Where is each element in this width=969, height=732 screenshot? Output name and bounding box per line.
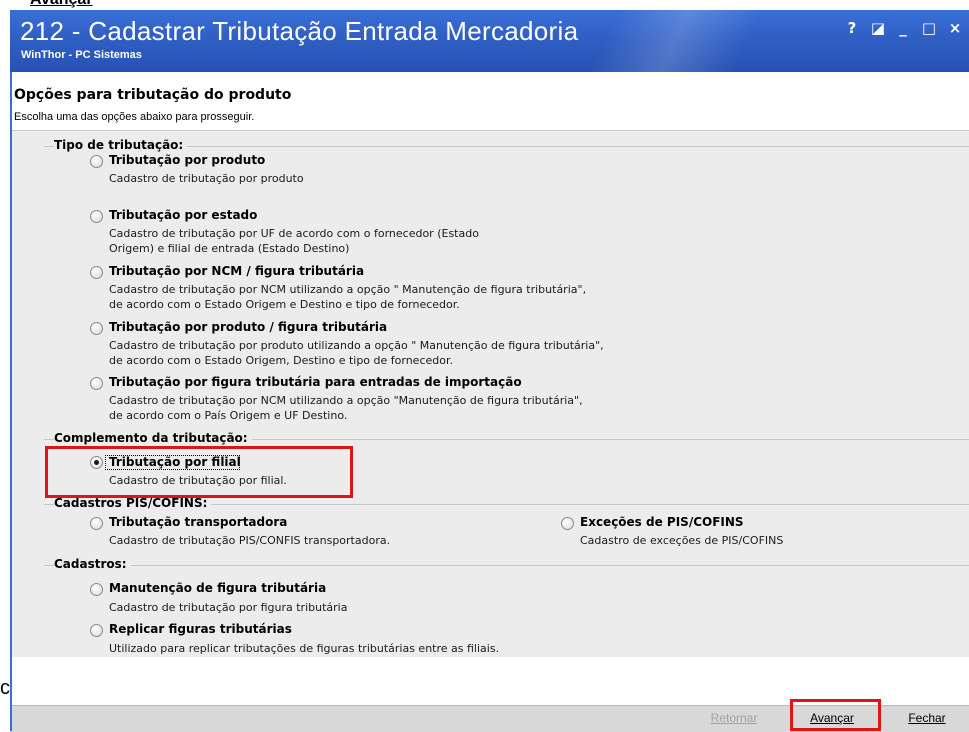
- radio-tributacao-importacao[interactable]: [90, 377, 103, 390]
- fechar-button-label: Fechar: [908, 711, 946, 725]
- option-desc-tributacao-produto-figura-2: de acordo com o Estado Origem, Destino e…: [109, 354, 453, 367]
- radio-tributacao-produto-figura[interactable]: [90, 322, 103, 335]
- group-line-cadastros: [44, 565, 969, 566]
- close-icon[interactable]: ×: [945, 19, 965, 37]
- radio-tributacao-produto[interactable]: [90, 155, 103, 168]
- option-desc-tributacao-ncm-1: Cadastro de tributação por NCM utilizand…: [109, 283, 587, 296]
- option-desc-tributacao-produto-figura-1: Cadastro de tributação por produto utili…: [109, 339, 604, 352]
- radio-tributacao-ncm[interactable]: [90, 266, 103, 279]
- option-title-excecoes-pis-cofins[interactable]: Exceções de PIS/COFINS: [580, 515, 744, 529]
- left-edge-char: c: [0, 677, 10, 699]
- option-desc-excecoes-pis-cofins: Cadastro de exceções de PIS/COFINS: [580, 534, 784, 547]
- option-desc-manutencao-figura: Cadastro de tributação por figura tribut…: [109, 601, 348, 614]
- help-icon[interactable]: ?: [842, 19, 862, 37]
- window-title: 212 - Cadastrar Tributação Entrada Merca…: [20, 16, 579, 46]
- option-title-manutencao-figura[interactable]: Manutenção de figura tributária: [109, 581, 326, 595]
- window-subtitle: WinThor - PC Sistemas: [21, 49, 142, 61]
- radio-tributacao-estado[interactable]: [90, 210, 103, 223]
- header-subtitle: Escolha uma das opções abaixo para pross…: [14, 111, 255, 123]
- highlight-box-avancar: [790, 699, 881, 731]
- option-desc-replicar-figuras: Utilizado para replicar tributações de f…: [109, 642, 500, 655]
- title-bar-sheen: [560, 10, 820, 72]
- highlight-box-filial: [45, 446, 353, 498]
- retornar-button-label: Retornar: [710, 711, 758, 725]
- option-title-tributacao-produto[interactable]: Tributação por produto: [109, 153, 265, 167]
- top-crop-residue: Avançar: [0, 0, 969, 10]
- header-title: Opções para tributação do produto: [14, 87, 292, 103]
- option-title-tributacao-ncm[interactable]: Tributação por NCM / figura tributária: [109, 264, 364, 278]
- window-left-border: [10, 72, 12, 731]
- retornar-button[interactable]: Retornar: [697, 707, 771, 729]
- top-crop-text: Avançar: [30, 0, 93, 9]
- fechar-button[interactable]: Fechar: [893, 707, 961, 729]
- option-title-tributacao-produto-figura[interactable]: Tributação por produto / figura tributár…: [109, 320, 387, 334]
- option-desc-tributacao-transportadora: Cadastro de tributação PIS/CONFIS transp…: [109, 534, 391, 547]
- radio-tributacao-transportadora[interactable]: [90, 517, 103, 530]
- option-title-tributacao-transportadora[interactable]: Tributação transportadora: [109, 515, 287, 529]
- dock-icon[interactable]: ◪: [868, 19, 888, 37]
- option-desc-tributacao-produto: Cadastro de tributação por produto: [109, 172, 304, 185]
- radio-replicar-figuras[interactable]: [90, 624, 103, 637]
- options-panel-bottom: [10, 657, 969, 705]
- option-desc-tributacao-importacao-2: de acordo com o País Origem e UF Destino…: [109, 409, 348, 422]
- group-label-pis: Cadastros PIS/COFINS:: [54, 496, 212, 510]
- option-title-replicar-figuras[interactable]: Replicar figuras tributárias: [109, 622, 292, 636]
- group-label-cadastros: Cadastros:: [54, 557, 131, 571]
- maximize-icon[interactable]: □: [919, 19, 939, 37]
- option-desc-tributacao-estado-1: Cadastro de tributação por UF de acordo …: [109, 227, 479, 240]
- minimize-icon[interactable]: _: [893, 19, 913, 37]
- group-label-complemento: Complemento da tributação:: [54, 431, 252, 445]
- option-desc-tributacao-ncm-2: de acordo com o Estado Origem e Destino …: [109, 298, 460, 311]
- group-label-tipo: Tipo de tributação:: [54, 138, 188, 152]
- option-desc-tributacao-estado-2: Origem) e filial de entrada (Estado Dest…: [109, 242, 350, 255]
- option-desc-tributacao-importacao-1: Cadastro de tributação por NCM utilizand…: [109, 394, 583, 407]
- option-title-tributacao-estado[interactable]: Tributação por estado: [109, 208, 257, 222]
- radio-manutencao-figura[interactable]: [90, 583, 103, 596]
- option-title-tributacao-importacao[interactable]: Tributação por figura tributária para en…: [109, 375, 522, 389]
- radio-excecoes-pis-cofins[interactable]: [561, 517, 574, 530]
